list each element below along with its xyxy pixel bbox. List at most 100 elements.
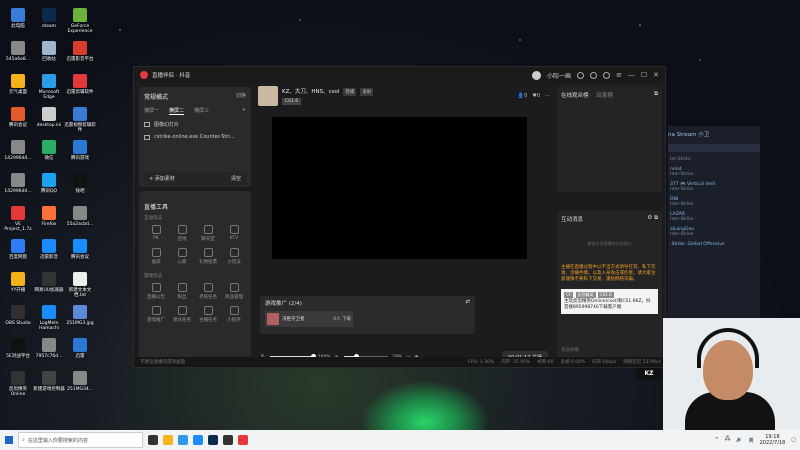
maximize-button[interactable]: ☐: [641, 71, 647, 79]
desktop-icon[interactable]: 545a6e8...: [2, 41, 34, 62]
desktop-icon[interactable]: 142996d4...: [2, 140, 34, 161]
desktop-icon[interactable]: 腾讯会议: [2, 107, 34, 128]
tab-audience[interactable]: 在线观众榜: [561, 91, 589, 99]
taskview-icon[interactable]: [148, 435, 158, 445]
tool-item[interactable]: 主播任务: [196, 306, 220, 323]
clear-button[interactable]: 清空: [231, 175, 241, 182]
close-button[interactable]: ✕: [653, 71, 659, 79]
desktop-icon[interactable]: 回收站: [33, 41, 65, 62]
more-icon[interactable]: ⋯: [545, 93, 550, 99]
steam-friend-item[interactable]: -Strike: Global Offensive: [670, 242, 758, 247]
desktop-icon[interactable]: VE Project_1.7z: [2, 206, 34, 232]
desktop-icon[interactable]: 5E对战平台: [2, 338, 34, 359]
desktop-icon[interactable]: YY开播: [2, 272, 34, 293]
desktop-icon[interactable]: 迅雷剪辑软件: [64, 74, 96, 95]
tray-arrow-icon[interactable]: ^: [715, 437, 719, 443]
steam-friend-item[interactable]: 377 🎮 Vertical limit nter-Strike: [670, 182, 758, 192]
desktop-icon[interactable]: 7957c76d...: [33, 338, 65, 359]
desktop-icon[interactable]: 251MG34...: [64, 371, 96, 392]
tool-item[interactable]: 商品管理: [222, 283, 246, 300]
tab-scene-2[interactable]: 横屏二: [169, 107, 185, 115]
tool-item[interactable]: KTV: [222, 225, 246, 242]
tool-item[interactable]: 小程序: [222, 306, 246, 323]
tool-item[interactable]: 聊天室: [196, 225, 220, 242]
desktop-icon[interactable]: steam: [33, 8, 65, 29]
source-item[interactable]: cstrike-online.exe Counter-Stri...: [144, 134, 246, 140]
tool-item[interactable]: 心愿: [170, 248, 194, 265]
steam-friend-item[interactable]: ter-Strike: [670, 157, 758, 162]
desktop-icon[interactable]: 腾讯QQ: [33, 173, 65, 194]
obs-icon[interactable]: [223, 435, 233, 445]
desktop-icon[interactable]: desktop.ini: [33, 107, 65, 128]
volume-icon[interactable]: 🔊: [736, 437, 742, 443]
source-item[interactable]: 图像幻灯片: [144, 121, 246, 128]
desktop-icon[interactable]: 迅雷: [64, 338, 96, 359]
desktop-icon[interactable]: 百度网盘: [2, 239, 34, 260]
tool-item[interactable]: 游戏推广: [144, 306, 168, 323]
steam-friend-item[interactable]: aiLangGou nter-Strike: [670, 227, 758, 237]
settings-icon[interactable]: [602, 71, 610, 79]
desktop-icon[interactable]: 251MG3.jpg: [64, 305, 96, 326]
desktop-icon[interactable]: Microsoft Edge: [33, 74, 65, 100]
notification-icon[interactable]: ▢: [791, 437, 796, 443]
streamer-name[interactable]: KZ、大刀、HNS、csol: [282, 89, 339, 95]
steam-icon[interactable]: [208, 435, 218, 445]
tab-scene-1[interactable]: 横屏一: [144, 107, 159, 115]
tab-players[interactable]: 玩家榜: [597, 91, 614, 99]
tool-item[interactable]: 小玩法: [222, 248, 246, 265]
game-tag[interactable]: CS1.6: [282, 98, 302, 105]
desktop-icon[interactable]: GeForce Experience: [64, 8, 96, 34]
desktop-icon[interactable]: 腾讯游戏: [64, 140, 96, 161]
desktop-icon[interactable]: 网易UU加速器: [33, 272, 65, 293]
tool-item[interactable]: 直播公告: [144, 283, 168, 300]
explorer-icon[interactable]: [163, 435, 173, 445]
steam-friend-item[interactable]: rvind nter-Strike: [670, 167, 758, 177]
desktop-icon[interactable]: 迅雷视频剪辑软件: [64, 107, 96, 133]
clock[interactable]: 19:18 2022/7/18: [760, 434, 786, 446]
minimize-button[interactable]: —: [628, 71, 635, 79]
danmaku-input[interactable]: 发送弹幕: [561, 347, 658, 353]
tool-item[interactable]: 考核任务: [196, 283, 220, 300]
desktop-icon[interactable]: OBS Studio: [2, 305, 34, 326]
start-button[interactable]: [0, 430, 18, 450]
tool-item[interactable]: 礼物投票: [196, 248, 220, 265]
streamer-avatar[interactable]: [258, 86, 278, 106]
stream-preview[interactable]: [272, 117, 527, 259]
tool-item[interactable]: 粉丝: [170, 283, 194, 300]
tab-scene-3[interactable]: 横屏三: [194, 107, 209, 115]
mode-switch-button[interactable]: 切换: [236, 92, 246, 101]
desktop-icon[interactable]: 新建游戏控制器: [33, 371, 65, 392]
promo-item[interactable]: 决胜守卫者 0人 下载: [265, 311, 353, 327]
tool-item[interactable]: 连线: [170, 225, 194, 242]
user-avatar[interactable]: [531, 70, 541, 80]
settings-icon[interactable]: ⚙ ⧉: [647, 215, 658, 223]
live-companion-icon[interactable]: [238, 435, 248, 445]
add-source-button[interactable]: + 添加素材: [149, 175, 175, 182]
steam-friend-item[interactable]: LAZAR nter-Strike: [670, 212, 758, 222]
desktop-icon[interactable]: 反恐精英Online: [2, 371, 34, 397]
desktop-icon[interactable]: 55a2acbd...: [64, 206, 96, 227]
input-language[interactable]: 英: [749, 437, 754, 444]
desktop-icon[interactable]: 142996d4...: [2, 173, 34, 194]
user-name[interactable]: 小际一画: [547, 71, 571, 80]
tool-item[interactable]: 观众任务: [170, 306, 194, 323]
steam-friend-item[interactable]: ONI nter-Strike: [670, 197, 758, 207]
network-icon[interactable]: 🖧: [725, 436, 731, 444]
swap-icon[interactable]: ⇄: [465, 299, 470, 307]
desktop-icon[interactable]: 元气桌面: [2, 74, 34, 95]
desktop-icon[interactable]: 迅雷影音平台: [64, 41, 96, 62]
tool-item[interactable]: 福袋: [144, 248, 168, 265]
popout-icon[interactable]: ⧉: [654, 91, 658, 99]
desktop-icon[interactable]: 微信: [33, 140, 65, 161]
steam-search[interactable]: [668, 144, 760, 152]
desktop-icon[interactable]: 此电脑: [2, 8, 34, 29]
desktop-icon[interactable]: 新建文本文档.txt: [64, 272, 96, 298]
add-scene-icon[interactable]: +: [242, 107, 246, 115]
edge-icon[interactable]: [178, 435, 188, 445]
taskbar-search[interactable]: ⌕ 在这里输入你要搜索的内容: [18, 432, 143, 448]
desktop-icon[interactable]: Firefox: [33, 206, 65, 227]
help-icon[interactable]: [589, 71, 597, 79]
headset-icon[interactable]: [576, 71, 584, 79]
tool-item[interactable]: PK: [144, 225, 168, 242]
desktop-icon[interactable]: 迅雷影音: [33, 239, 65, 260]
